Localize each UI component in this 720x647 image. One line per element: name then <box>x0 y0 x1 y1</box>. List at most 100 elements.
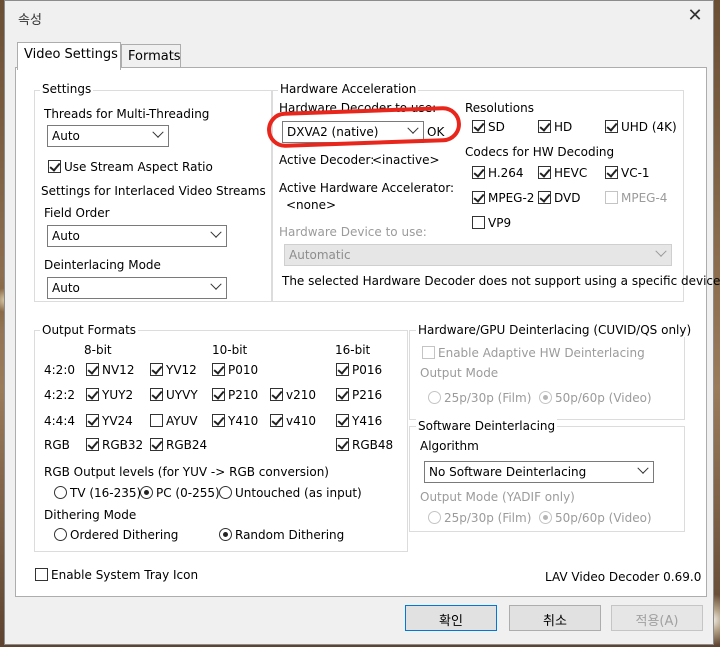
res-uhd-label: UHD (4K) <box>621 120 677 134</box>
hw-video-radio[interactable] <box>539 391 552 404</box>
format-y410-checkbox[interactable] <box>212 414 225 427</box>
sw-output-mode-label: Output Mode (YADIF only) <box>420 490 575 504</box>
system-tray-checkbox[interactable] <box>35 568 48 581</box>
row-422-label: 4:2:2 <box>44 388 75 402</box>
sw-deint-group-label: Software Deinterlacing <box>416 419 558 433</box>
red-highlight-ellipse <box>266 105 462 149</box>
threads-select[interactable]: Auto <box>47 125 169 147</box>
format-yv12-checkbox[interactable] <box>150 363 163 376</box>
format-y410-label: Y410 <box>228 414 259 428</box>
tab-video-settings[interactable]: Video Settings <box>17 42 121 70</box>
algorithm-label: Algorithm <box>420 439 479 453</box>
res-uhd-checkbox[interactable] <box>605 120 618 133</box>
deinterlacing-mode-label: Deinterlacing Mode <box>44 258 161 272</box>
rgb-pc-radio[interactable] <box>140 486 153 499</box>
settings-group-label: Settings <box>40 82 94 96</box>
hw-device-select[interactable]: Automatic <box>284 244 672 266</box>
format-p216-checkbox[interactable] <box>336 388 349 401</box>
codec-mpeg4-checkbox[interactable] <box>605 191 618 204</box>
ok-button[interactable]: 확인 <box>405 605 497 631</box>
rgb-tv-label: TV (16-235) <box>70 486 142 500</box>
codec-hevc-checkbox[interactable] <box>538 166 551 179</box>
format-p016-checkbox[interactable] <box>336 363 349 376</box>
ordered-dithering-radio[interactable] <box>54 528 67 541</box>
algorithm-select[interactable]: No Software Deinterlacing <box>424 461 654 483</box>
resolutions-label: Resolutions <box>465 101 534 115</box>
active-decoder-value: <inactive> <box>372 153 440 167</box>
deinterlacing-mode-select[interactable]: Auto <box>47 277 227 299</box>
format-p216-label: P216 <box>352 388 383 402</box>
tab-formats[interactable]: Formats <box>121 44 181 68</box>
chevron-down-icon <box>637 462 649 474</box>
adaptive-deint-checkbox[interactable] <box>422 346 435 359</box>
active-accel-value: <none> <box>286 198 337 212</box>
rgb-untouched-radio[interactable] <box>219 486 232 499</box>
dithering-label: Dithering Mode <box>44 508 137 522</box>
res-sd-label: SD <box>488 120 505 134</box>
codec-mpeg2-label: MPEG-2 <box>488 191 535 205</box>
format-rgb24-checkbox[interactable] <box>150 438 163 451</box>
codec-dvd-checkbox[interactable] <box>538 191 551 204</box>
format-rgb48-checkbox[interactable] <box>336 438 349 451</box>
row-420-label: 4:2:0 <box>44 363 75 377</box>
codec-h264-label: H.264 <box>488 166 524 180</box>
apply-button[interactable]: 적용(A) <box>611 605 703 631</box>
format-yv24-label: YV24 <box>102 414 133 428</box>
hw-film-radio[interactable] <box>428 391 441 404</box>
hw-deint-group-label: Hardware/GPU Deinterlacing (CUVID/QS onl… <box>416 323 694 337</box>
chevron-down-icon <box>210 278 222 290</box>
rgb-pc-label: PC (0-255) <box>156 486 220 500</box>
format-yv24-checkbox[interactable] <box>86 414 99 427</box>
hw-film-label: 25p/30p (Film) <box>444 391 532 405</box>
codec-dvd-label: DVD <box>554 191 581 205</box>
threads-label: Threads for Multi-Threading <box>44 107 210 121</box>
stream-aspect-label: Use Stream Aspect Ratio <box>64 160 213 174</box>
format-p010-label: P010 <box>228 363 259 377</box>
hw-device-note: The selected Hardware Decoder does not s… <box>282 274 720 288</box>
format-yuy2-label: YUY2 <box>102 388 134 402</box>
format-rgb48-label: RGB48 <box>352 438 394 452</box>
format-v410-checkbox[interactable] <box>270 414 283 427</box>
format-ayuv-checkbox[interactable] <box>150 414 163 427</box>
rgb-levels-label: RGB Output levels (for YUV -> RGB conver… <box>44 465 329 479</box>
format-uyvy-label: UYVY <box>166 388 198 402</box>
ordered-dithering-label: Ordered Dithering <box>70 528 179 542</box>
cancel-button[interactable]: 취소 <box>509 605 601 631</box>
field-order-select[interactable]: Auto <box>47 225 227 247</box>
hw-device-label: Hardware Device to use: <box>279 225 427 239</box>
format-yv12-label: YV12 <box>166 363 197 377</box>
stream-aspect-checkbox[interactable] <box>48 160 61 173</box>
rgb-tv-radio[interactable] <box>54 486 67 499</box>
system-tray-label: Enable System Tray Icon <box>51 568 199 582</box>
format-p210-checkbox[interactable] <box>212 388 225 401</box>
sw-film-radio[interactable] <box>428 511 441 524</box>
codec-vp9-label: VP9 <box>488 216 512 230</box>
format-nv12-checkbox[interactable] <box>86 363 99 376</box>
active-decoder-label: Active Decoder: <box>279 153 375 167</box>
format-y416-checkbox[interactable] <box>336 414 349 427</box>
format-p210-label: P210 <box>228 388 259 402</box>
chevron-down-icon <box>655 245 667 257</box>
codec-hevc-label: HEVC <box>554 166 588 180</box>
format-p010-checkbox[interactable] <box>212 363 225 376</box>
format-yuy2-checkbox[interactable] <box>86 388 99 401</box>
codec-h264-checkbox[interactable] <box>472 166 485 179</box>
sw-video-radio[interactable] <box>539 511 552 524</box>
res-hd-checkbox[interactable] <box>538 120 551 133</box>
col-8bit-label: 8-bit <box>84 343 112 357</box>
codec-mpeg4-label: MPEG-4 <box>621 191 668 205</box>
codec-mpeg2-checkbox[interactable] <box>472 191 485 204</box>
format-v210-checkbox[interactable] <box>270 388 283 401</box>
close-icon[interactable]: ✕ <box>685 7 705 27</box>
format-rgb32-checkbox[interactable] <box>86 438 99 451</box>
row-444-label: 4:4:4 <box>44 414 75 428</box>
codec-vp9-checkbox[interactable] <box>472 216 485 229</box>
format-v210-label: v210 <box>286 388 317 402</box>
codec-vc1-checkbox[interactable] <box>605 166 618 179</box>
chevron-down-icon <box>152 126 164 138</box>
random-dithering-radio[interactable] <box>219 528 232 541</box>
hw-accel-group-label: Hardware Acceleration <box>278 82 419 96</box>
properties-dialog: 속성 ✕ Video Settings Formats Settings Thr… <box>4 0 720 645</box>
format-uyvy-checkbox[interactable] <box>150 388 163 401</box>
res-sd-checkbox[interactable] <box>472 120 485 133</box>
